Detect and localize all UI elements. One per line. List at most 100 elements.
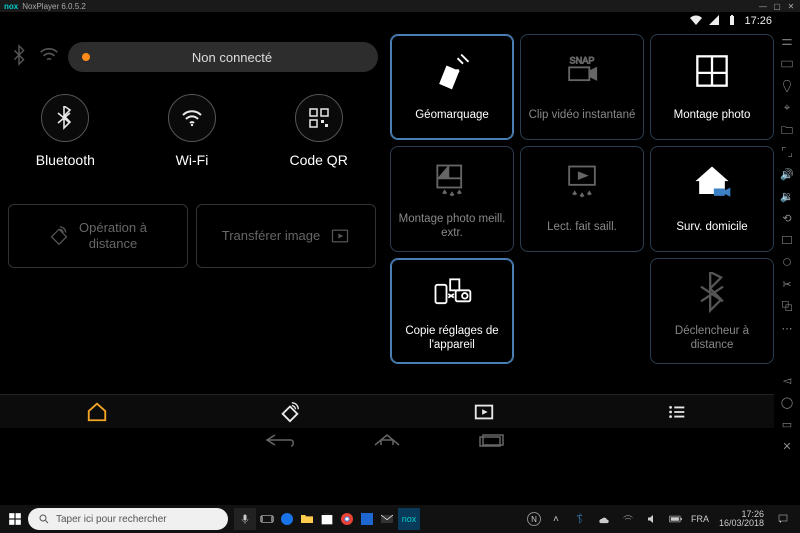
bluetooth-connect-button[interactable]: Bluetooth: [10, 94, 120, 168]
win-max-button[interactable]: ▢: [772, 2, 782, 11]
side-tool-volume-down[interactable]: 🔉: [779, 188, 795, 204]
side-tool-recents[interactable]: ▭: [779, 416, 795, 432]
start-button[interactable]: [4, 505, 26, 533]
tray-bluetooth-icon[interactable]: [571, 508, 589, 530]
taskbar-app-mail[interactable]: [378, 508, 396, 530]
tray-language-icon[interactable]: FRA: [691, 508, 709, 530]
tile-label: Clip vidéo instantané: [529, 103, 636, 129]
snap-icon: SNAP: [560, 49, 604, 93]
bluetooth-icon: [53, 106, 77, 130]
side-tool-keyboard[interactable]: [779, 56, 795, 72]
qr-connect-button[interactable]: Code QR: [264, 94, 374, 168]
status-time: 17:26: [744, 15, 772, 27]
tile-clip-video[interactable]: SNAP Clip vidéo instantané: [520, 34, 644, 140]
home-icon: [86, 401, 108, 423]
side-tool-mouse[interactable]: ⌖: [779, 100, 795, 116]
taskbar-clock[interactable]: 17:26 16/03/2018: [715, 510, 768, 528]
collage-icon: [690, 49, 734, 93]
nox-logo: nox: [4, 2, 18, 11]
tab-remote[interactable]: [194, 395, 388, 428]
side-tool-fullscreen[interactable]: [779, 144, 795, 160]
taskbar-app-edge[interactable]: [278, 508, 296, 530]
side-tool-multi[interactable]: [779, 298, 795, 314]
side-tool-screenshot[interactable]: [779, 232, 795, 248]
side-tool-record[interactable]: [779, 254, 795, 270]
taskbar-app-generic1[interactable]: [358, 508, 376, 530]
side-tool-home[interactable]: ◯: [779, 394, 795, 410]
side-tool-folder[interactable]: [779, 122, 795, 138]
copy-settings-icon: [430, 272, 474, 316]
play-box-icon: [330, 226, 350, 246]
android-nav-bar: [0, 428, 774, 452]
win-close-button[interactable]: ✕: [786, 2, 796, 11]
right-pane: Géomarquage SNAP Clip vidéo instantané M…: [390, 34, 774, 392]
remote-operation-card[interactable]: Opération à distance: [8, 204, 188, 268]
tile-surveillance-domicile[interactable]: Surv. domicile: [650, 146, 774, 252]
side-tool-rotate[interactable]: ⟲: [779, 210, 795, 226]
collage-stars-icon: [430, 160, 474, 204]
wifi-connect-button[interactable]: Wi-Fi: [137, 94, 247, 168]
tray-onedrive-icon[interactable]: [595, 508, 613, 530]
side-tool-close[interactable]: ✕: [779, 438, 795, 454]
wifi-label: Wi-Fi: [176, 152, 209, 168]
tab-playback[interactable]: [387, 395, 581, 428]
side-tool-scissors[interactable]: ✂: [779, 276, 795, 292]
wifi-icon: [180, 106, 204, 130]
bluetooth-status-icon: [8, 44, 30, 71]
search-placeholder: Taper ici pour rechercher: [56, 514, 167, 525]
nav-home-button[interactable]: [369, 433, 405, 447]
search-icon: [38, 513, 50, 525]
transfer-image-label: Transférer image: [222, 228, 321, 244]
side-tool-more[interactable]: ⋯: [779, 320, 795, 336]
status-dot-icon: [82, 53, 90, 61]
win-min-button[interactable]: —: [758, 2, 768, 11]
bluetooth-dim-icon: [690, 272, 734, 316]
connection-status-text: Non connecté: [100, 50, 364, 65]
tray-chevron-up[interactable]: ˄: [547, 508, 565, 530]
tray-n-icon[interactable]: N: [527, 512, 541, 526]
play-box-icon: [473, 401, 495, 423]
play-stars-icon: [560, 161, 604, 205]
android-status-bar: 17:26: [0, 12, 800, 30]
task-view-button[interactable]: [258, 508, 276, 530]
side-tool-location[interactable]: [779, 78, 795, 94]
tile-declencheur-distance[interactable]: Déclencheur à distance: [650, 258, 774, 364]
tile-label: Montage photo: [674, 103, 751, 129]
tray-battery-icon[interactable]: [667, 508, 685, 530]
remote-tag-icon: [49, 226, 69, 246]
wifi-status-icon: [690, 14, 702, 29]
remote-icon: [279, 401, 301, 423]
side-tool-volume-up[interactable]: 🔊: [779, 166, 795, 182]
cortana-mic-button[interactable]: [234, 508, 256, 530]
tile-label: Surv. domicile: [676, 215, 747, 241]
taskbar-app-nox[interactable]: nox: [398, 508, 420, 530]
tile-geomarquage[interactable]: Géomarquage: [390, 34, 514, 140]
taskbar-app-store[interactable]: [318, 508, 336, 530]
menu-list-icon: [666, 401, 688, 423]
connection-status-pill[interactable]: Non connecté: [68, 42, 378, 72]
transfer-image-card[interactable]: Transférer image: [196, 204, 376, 268]
taskbar-app-chrome[interactable]: [338, 508, 356, 530]
tab-menu[interactable]: [581, 395, 775, 428]
tray-notifications-icon[interactable]: [774, 508, 792, 530]
tile-label: Géomarquage: [415, 103, 489, 129]
taskbar-app-explorer[interactable]: [298, 508, 316, 530]
nav-recents-button[interactable]: [475, 433, 511, 447]
app-tab-bar: [0, 394, 774, 428]
tile-lecture-saillants[interactable]: Lect. fait saill.: [520, 146, 644, 252]
tray-volume-icon[interactable]: [643, 508, 661, 530]
tile-copie-reglages[interactable]: Copie réglages de l'appareil: [390, 258, 514, 364]
side-tool-drag[interactable]: [779, 34, 795, 50]
tile-montage-photo[interactable]: Montage photo: [650, 34, 774, 140]
tile-label: Copie réglages de l'appareil: [397, 325, 507, 353]
tab-home[interactable]: [0, 395, 194, 428]
tray-network-icon[interactable]: [619, 508, 637, 530]
taskbar-search[interactable]: Taper ici pour rechercher: [28, 508, 228, 530]
side-tool-back[interactable]: ◅: [779, 372, 795, 388]
nav-back-button[interactable]: [263, 433, 299, 447]
tile-label: Lect. fait saill.: [547, 215, 617, 241]
tile-montage-meilleur[interactable]: Montage photo meill. extr.: [390, 146, 514, 252]
battery-status-icon: [726, 14, 738, 29]
qr-icon: [307, 106, 331, 130]
satellite-icon: [430, 49, 474, 93]
